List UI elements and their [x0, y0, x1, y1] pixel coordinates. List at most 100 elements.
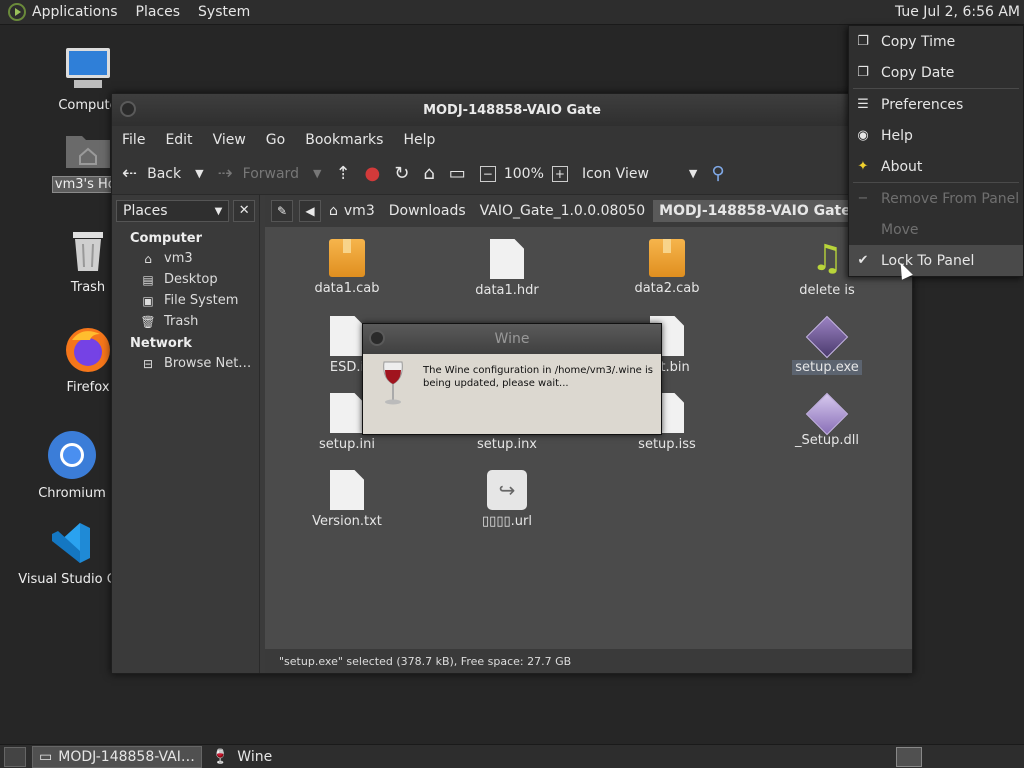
computer-button[interactable]: ▭: [449, 163, 466, 184]
sidebar-item-label: Desktop: [164, 272, 218, 287]
sidebar-item-browse-network[interactable]: ⊟ Browse Net…: [112, 353, 259, 374]
menu-file[interactable]: File: [122, 132, 145, 148]
check-icon: ✔: [857, 253, 869, 268]
file-name: data1.hdr: [475, 283, 539, 298]
window-menu-button[interactable]: [120, 101, 136, 117]
file-name: Version.txt: [312, 514, 382, 529]
panel-clock[interactable]: Tue Jul 2, 6:56 AM: [895, 4, 1020, 20]
menubar: File Edit View Go Bookmarks Help: [112, 126, 912, 153]
sidebar-item-vm3[interactable]: ⌂ vm3: [112, 248, 259, 269]
file-name: setup.exe: [792, 360, 862, 375]
home-folder-icon: ⌂: [329, 203, 338, 219]
zoom-out-icon[interactable]: −: [479, 165, 496, 182]
menu-view[interactable]: View: [213, 132, 246, 148]
forward-button[interactable]: ⇢ Forward ▼: [218, 163, 322, 184]
sidebar-item-desktop[interactable]: ▤ Desktop: [112, 269, 259, 290]
file-item[interactable]: data1.hdr: [447, 239, 567, 298]
task-label: MODJ-148858-VAI…: [58, 748, 195, 765]
sidebar-item-label: Browse Net…: [164, 356, 252, 371]
file-item[interactable]: Version.txt: [287, 470, 407, 529]
document-icon: [330, 316, 364, 356]
menu-help[interactable]: Help: [403, 132, 435, 148]
desktop-icon-chromium[interactable]: Chromium: [24, 430, 120, 501]
menu-item-lock-to-panel[interactable]: ✔ Lock To Panel: [849, 245, 1023, 276]
window-menu-button[interactable]: [369, 330, 385, 346]
wine-glass-icon: [383, 361, 403, 405]
desktop-icon-vscode[interactable]: Visual Studio Co: [18, 520, 124, 587]
chevron-left-icon: ◀: [305, 204, 315, 218]
library-icon: [805, 392, 849, 436]
file-item[interactable]: data2.cab: [607, 239, 727, 296]
menu-edit[interactable]: Edit: [165, 132, 192, 148]
trash-icon: [73, 232, 103, 271]
panel-context-menu: ❐ Copy Time ❐ Copy Date ☰ Preferences ◉ Help…: [848, 25, 1024, 277]
menu-item-label: Copy Date: [881, 64, 955, 81]
back-button[interactable]: ⇠ Back ▼: [122, 163, 204, 184]
workspace-switcher[interactable]: [896, 747, 922, 767]
menu-item-label: About: [881, 158, 923, 175]
sidebar-item-file-system[interactable]: ▣ File System: [112, 290, 259, 311]
menu-item-about[interactable]: ✦ About: [849, 151, 1023, 182]
edit-location-button[interactable]: ✎: [271, 200, 293, 222]
close-sidebar-button[interactable]: ✕: [233, 200, 255, 222]
menu-go[interactable]: Go: [266, 132, 285, 148]
file-name: ▯▯▯▯.url: [482, 514, 532, 529]
task-label: Wine: [237, 748, 273, 765]
stop-button[interactable]: ●: [365, 163, 381, 184]
view-mode-label: Icon View: [581, 165, 649, 182]
menu-item-copy-date[interactable]: ❐ Copy Date: [849, 57, 1023, 88]
home-icon: ⌂: [423, 163, 435, 184]
home-button[interactable]: ⌂: [423, 163, 434, 184]
menu-item-move[interactable]: Move: [849, 214, 1023, 245]
show-desktop-button[interactable]: [4, 746, 26, 767]
back-history-dropdown-icon[interactable]: ▼: [195, 167, 203, 180]
network-icon: ⊟: [142, 356, 154, 371]
chromium-icon: [48, 431, 96, 479]
menu-item-preferences[interactable]: ☰ Preferences: [849, 89, 1023, 120]
system-menu[interactable]: System: [198, 4, 250, 20]
menu-item-label: Help: [881, 127, 913, 144]
forward-history-dropdown-icon[interactable]: ▼: [313, 167, 321, 180]
menu-item-label: Preferences: [881, 96, 964, 113]
places-menu[interactable]: Places: [136, 4, 181, 20]
file-item[interactable]: ↪ ▯▯▯▯.url: [447, 470, 567, 529]
distro-logo-icon[interactable]: [8, 3, 26, 21]
taskbar-item-file-manager[interactable]: ▭ MODJ-148858-VAI…: [32, 745, 202, 768]
toolbar: ⇠ Back ▼ ⇢ Forward ▼ ⇡ ● ↻ ⌂ ▭ − 100% + …: [112, 153, 912, 195]
menu-item-copy-time[interactable]: ❐ Copy Time: [849, 26, 1023, 57]
breadcrumb-current[interactable]: MODJ-148858-VAIO Gate: [653, 200, 857, 222]
reload-button[interactable]: ↻: [394, 163, 409, 184]
menu-bookmarks[interactable]: Bookmarks: [305, 132, 383, 148]
path-bar: ✎ ◀ ⌂ vm3 Downloads VAIO_Gate_1.0.0.08050…: [265, 195, 912, 227]
up-button[interactable]: ⇡: [335, 163, 350, 184]
zoom-in-icon[interactable]: +: [551, 165, 568, 182]
folder-icon: ▭: [39, 748, 53, 765]
back-label: Back: [147, 165, 182, 182]
breadcrumb-downloads[interactable]: Downloads: [382, 200, 472, 222]
path-scroll-left-button[interactable]: ◀: [299, 200, 321, 222]
trash-icon: 🗑: [140, 314, 156, 329]
dialog-titlebar[interactable]: Wine: [363, 324, 661, 354]
firefox-icon: [66, 328, 110, 372]
file-item[interactable]: _Setup.dll: [767, 392, 887, 448]
window-titlebar[interactable]: MODJ-148858-VAIO Gate: [112, 94, 912, 126]
breadcrumb-vm3[interactable]: ⌂ vm3: [323, 200, 381, 222]
view-mode-select[interactable]: Icon View ▼: [582, 166, 697, 182]
breadcrumb-vaio-gate[interactable]: VAIO_Gate_1.0.0.08050: [473, 200, 652, 222]
sidebar-item-trash[interactable]: 🗑 Trash: [112, 311, 259, 332]
menu-item-help[interactable]: ◉ Help: [849, 120, 1023, 151]
places-selector[interactable]: Places ▼: [116, 200, 230, 222]
desktop-icon-label: Chromium: [38, 486, 106, 501]
menu-item-remove-from-panel[interactable]: − Remove From Panel: [849, 183, 1023, 214]
link-icon: ↪: [487, 470, 527, 510]
file-item[interactable]: data1.cab: [287, 239, 407, 296]
search-button[interactable]: ⚲: [711, 163, 724, 184]
file-name: data2.cab: [634, 281, 700, 296]
file-item-selected[interactable]: setup.exe: [767, 315, 887, 375]
document-icon: [330, 393, 364, 433]
pencil-icon: ✎: [276, 204, 288, 218]
applications-menu[interactable]: Applications: [32, 4, 118, 20]
star-icon: ✦: [857, 159, 869, 174]
places-selector-label: Places: [123, 203, 168, 219]
taskbar-item-wine[interactable]: 🍷 Wine: [206, 746, 278, 768]
